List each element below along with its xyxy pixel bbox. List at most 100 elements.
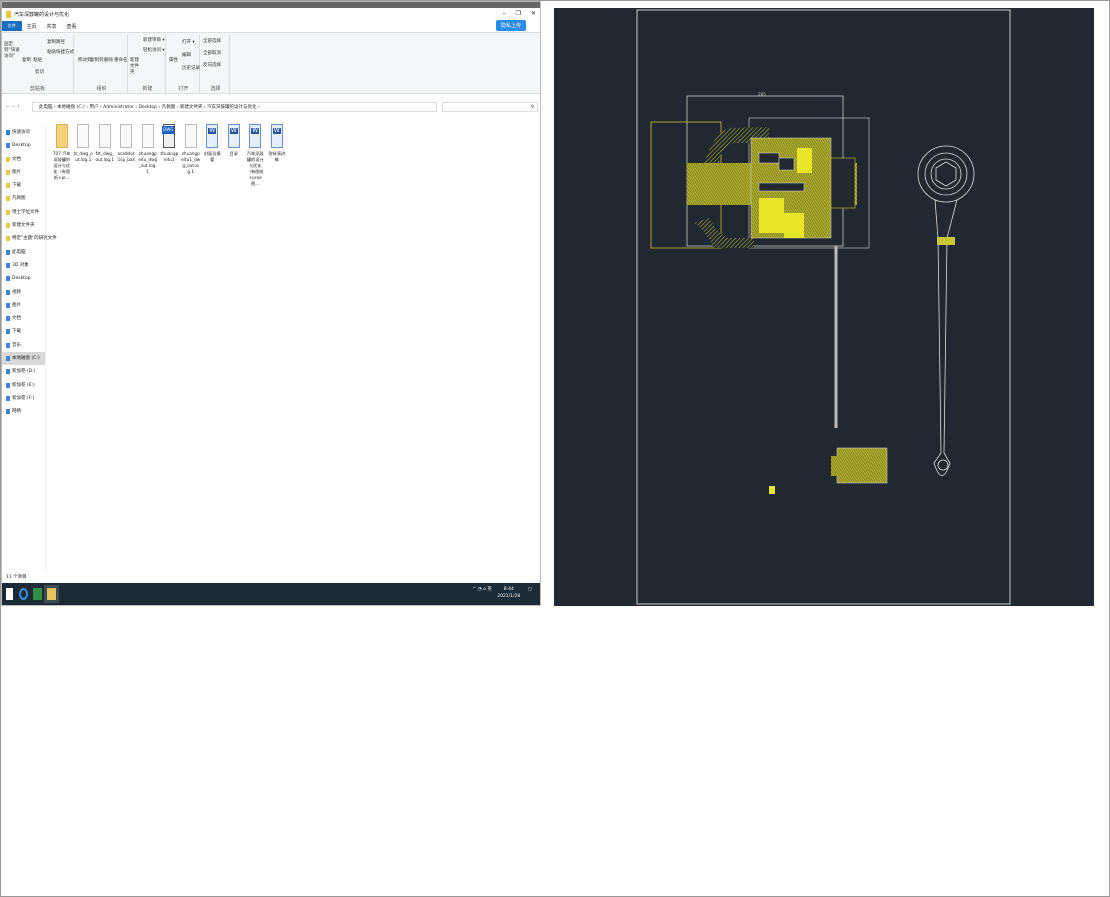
nav-item[interactable]: 图片	[2, 299, 45, 312]
title-bar: 汽车深鼓罐的设计与优化	[2, 2, 540, 20]
breadcrumb-item[interactable]: 本地磁盘 (C:)	[57, 105, 85, 110]
file-item[interactable]: zhuangpeitu1	[160, 124, 180, 187]
file-explorer-window: 汽车深鼓罐的设计与优化 – ❐ ✕ 文件 主页 共享 查看 隐私上传 固定到"快…	[1, 1, 541, 606]
nav-item[interactable]: 文档	[2, 312, 45, 325]
clock-time[interactable]: 8:44	[504, 587, 514, 592]
tab-share[interactable]: 共享	[42, 21, 62, 32]
select-none-button[interactable]: 全部取消	[203, 50, 221, 56]
file-name: 目录	[229, 151, 238, 156]
breadcrumb-item[interactable]: Desktop	[138, 105, 157, 110]
nav-item[interactable]: Desktop	[2, 139, 45, 152]
file-name: zhuangpeitu1	[160, 151, 179, 162]
file-name: 汽车深鼓罐的设计与优化（有图纸+proe图...	[246, 151, 264, 186]
file-file-icon	[184, 124, 197, 148]
file-item[interactable]: acaddoc1sp_bak	[117, 124, 137, 187]
file-item[interactable]: 目录	[224, 124, 244, 187]
copy-button[interactable]: 复制	[22, 57, 31, 63]
nav-item[interactable]: 新加卷 (D:)	[2, 365, 45, 378]
nav-item[interactable]: 本地磁盘 (C:)	[2, 352, 45, 366]
nav-item[interactable]: Desktop	[2, 272, 45, 285]
maximize-button[interactable]: ❐	[516, 10, 521, 17]
pin-quick-access-button[interactable]: 固定到"快速访问"	[4, 41, 22, 59]
nav-item[interactable]: 下载	[2, 179, 45, 192]
app-icon[interactable]	[33, 588, 42, 600]
file-item[interactable]: 答辩演讲稿	[267, 124, 287, 187]
paste-button[interactable]: 粘贴	[33, 57, 42, 63]
breadcrumb-item[interactable]: 此电脑	[39, 105, 53, 110]
copy-path-button[interactable]: 复制路径	[47, 39, 65, 45]
breadcrumb-item[interactable]: 汽车深鼓罐的设计与优化	[207, 105, 257, 110]
breadcrumb-item[interactable]: 新建文件夹	[180, 105, 203, 110]
nav-item[interactable]: 音乐	[2, 339, 45, 352]
file-item[interactable]: 封面及摘要	[203, 124, 223, 187]
tab-view[interactable]: 查看	[62, 21, 82, 32]
word-file-icon	[249, 124, 262, 148]
nav-item[interactable]: 特定"主题"的研究文件	[2, 232, 57, 245]
group-label: 选择	[210, 86, 221, 92]
nav-item[interactable]: 新建文件夹	[2, 219, 45, 232]
file-name: zhuangpeitu_dwg_out.log.1	[138, 151, 158, 174]
tab-home[interactable]: 主页	[22, 21, 42, 32]
file-item[interactable]: 汽车深鼓罐的设计与优化（有图纸+proe图...	[246, 124, 266, 187]
open-button[interactable]: 打开 ▾	[182, 39, 195, 45]
group-label: 组织	[96, 86, 107, 92]
file-item[interactable]: zhuangpeitu_dwg_out.log.1	[138, 124, 158, 187]
breadcrumb-item[interactable]: 凡佩图	[162, 105, 176, 110]
invert-selection-button[interactable]: 反向选择	[203, 62, 221, 68]
ime-indicator[interactable]: 英	[487, 587, 492, 592]
rename-button[interactable]: 重命名	[114, 57, 128, 63]
start-icon[interactable]	[6, 588, 13, 600]
handle-side-view	[917, 145, 975, 476]
breadcrumb-item[interactable]: Administrator	[103, 105, 134, 110]
new-item-button[interactable]: 新建项目 ▾	[143, 37, 165, 43]
new-folder-button[interactable]: 新建文件夹	[130, 57, 140, 75]
nav-item[interactable]: 此电脑	[2, 246, 45, 259]
upload-button[interactable]: 隐私上传	[495, 20, 526, 31]
breadcrumb-item[interactable]: 用户	[89, 105, 98, 110]
nav-item[interactable]: 博士学位文件	[2, 206, 45, 219]
nav-item[interactable]: 快速访问	[2, 126, 45, 139]
organize-group: 移动到 复制到 删除 重命名 组织	[76, 35, 128, 93]
address-bar[interactable]: 此电脑 › 本地磁盘 (C:) › 用户 › Administrator › D…	[32, 102, 437, 112]
history-button[interactable]: 历史记录	[182, 65, 200, 71]
clock-date[interactable]: 2021/1/28	[497, 594, 520, 599]
file-item[interactable]: fzt_dwg_out.log.1	[95, 124, 115, 187]
drawing-frame	[636, 9, 1011, 605]
file-item[interactable]: fz_dwg_out.log.1	[74, 124, 94, 187]
nav-item[interactable]: 3D 对象	[2, 259, 45, 272]
close-button[interactable]: ✕	[531, 10, 536, 17]
tray-icons[interactable]: ^ ◔ ⌂	[472, 587, 487, 592]
browser-icon[interactable]	[19, 588, 28, 600]
select-all-button[interactable]: 全部选择	[203, 38, 221, 44]
tab-file[interactable]: 文件	[2, 21, 22, 31]
file-name: 答辩演讲稿	[268, 151, 286, 162]
nav-item[interactable]: 下载	[2, 325, 45, 338]
nav-item[interactable]: 新加卷 (E:)	[2, 379, 45, 392]
nav-item[interactable]: 视频	[2, 286, 45, 299]
dwg-file-icon	[162, 124, 176, 148]
minimize-button[interactable]: –	[503, 10, 506, 17]
edit-button[interactable]: 编辑	[182, 52, 191, 58]
group-label: 打开	[178, 86, 189, 92]
properties-button[interactable]: 属性	[169, 57, 178, 63]
taskbar: ^ ◔ ⌂ 英 8:44 2021/1/28 ▢	[2, 583, 540, 605]
easy-access-button[interactable]: 轻松访问 ▾	[143, 47, 165, 53]
search-input[interactable]: ⚲	[442, 102, 538, 112]
clipboard-group: 固定到"快速访问" 复制 粘贴 剪切 复制路径 粘贴快捷方式 剪贴板	[2, 35, 74, 93]
file-file-icon	[98, 124, 111, 148]
nav-item[interactable]: 文档	[2, 153, 45, 166]
paste-shortcut-button[interactable]: 粘贴快捷方式	[47, 49, 74, 55]
nav-item[interactable]: 图片	[2, 166, 45, 179]
nav-item[interactable]: 新加卷 (F:)	[2, 392, 45, 405]
nav-item[interactable]: 凡佩图	[2, 192, 45, 205]
nav-item[interactable]: 网络	[2, 405, 45, 418]
file-item[interactable]: 707 汽车深鼓罐的设计与优化（有图纸+pr...	[52, 124, 72, 187]
copy-to-button[interactable]: 复制到	[90, 57, 104, 63]
cut-button[interactable]: 剪切	[35, 69, 44, 75]
notification-icon[interactable]: ▢	[528, 587, 532, 592]
status-bar: 11 个项目	[6, 575, 27, 580]
delete-button[interactable]: 删除	[104, 57, 113, 63]
file-explorer-taskbar-icon[interactable]	[44, 585, 59, 603]
file-item[interactable]: zhuangpeitu1_dwg_out.log.1	[181, 124, 201, 187]
back-forward-up-icons[interactable]: ← → ↑	[6, 105, 20, 110]
